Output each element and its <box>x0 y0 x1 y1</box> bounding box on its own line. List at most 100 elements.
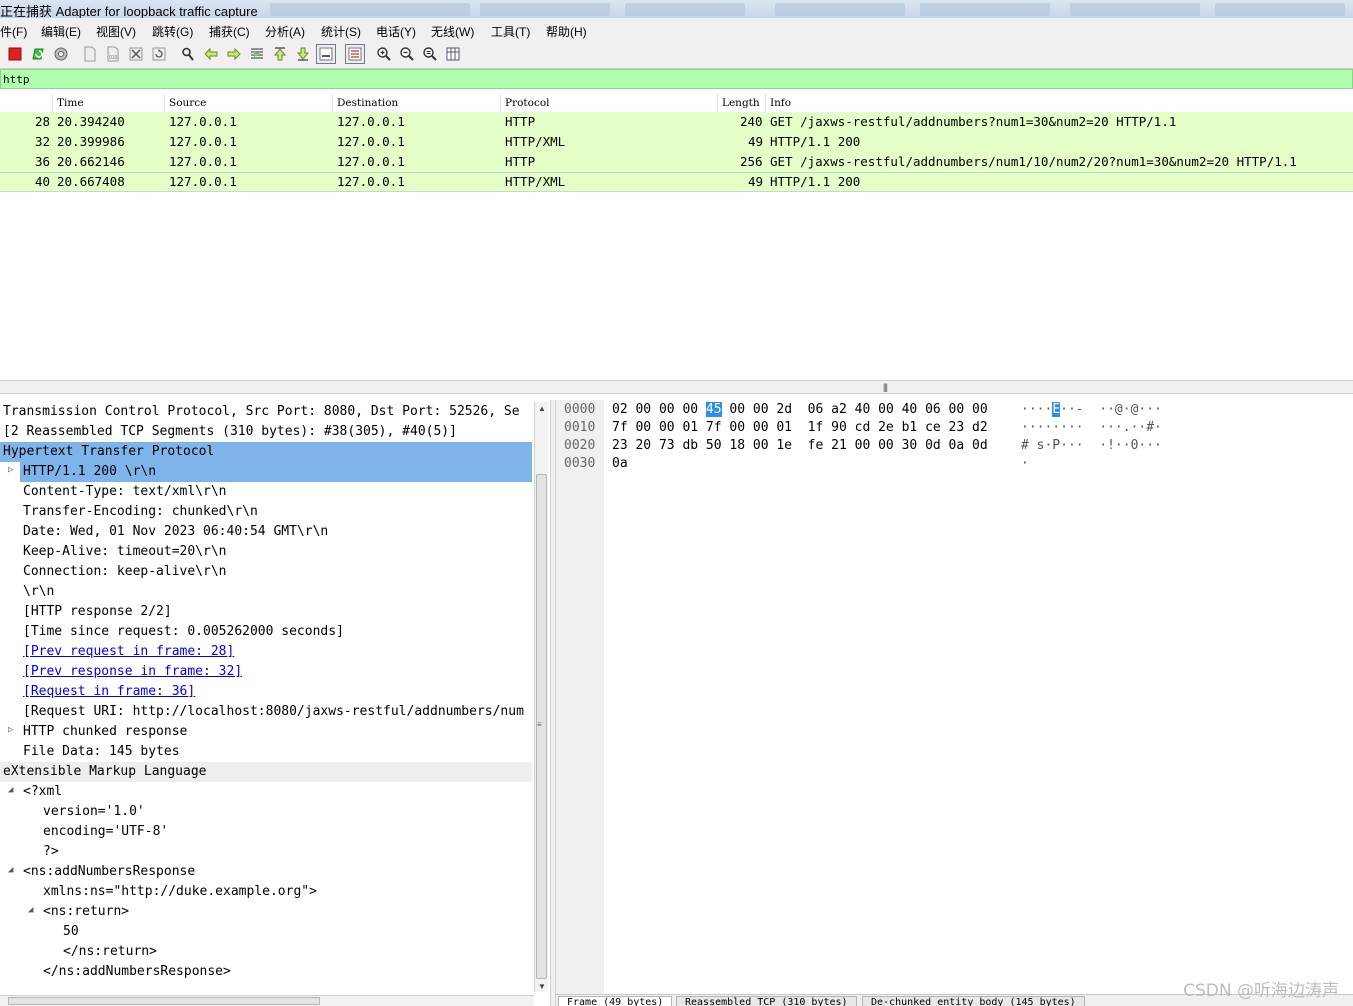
expand-arrow-icon[interactable]: ▷ <box>8 725 13 735</box>
go-back-icon[interactable] <box>203 46 219 62</box>
column-separator[interactable] <box>332 94 333 112</box>
tree-item-xml-encoding[interactable]: encoding='UTF-8' <box>0 822 532 842</box>
tree-item-xml[interactable]: eXtensible Markup Language <box>0 762 532 782</box>
stop-capture-icon[interactable] <box>7 46 23 62</box>
prev-response-link[interactable]: [Prev response in frame: 32] <box>0 662 532 682</box>
menu-wireless[interactable]: 无线(W) <box>431 23 474 40</box>
tree-item-reassembled[interactable]: [2 Reassembled TCP Segments (310 bytes):… <box>0 422 532 442</box>
column-protocol[interactable]: Protocol <box>505 97 550 109</box>
tree-item-transfer-encoding[interactable]: Transfer-Encoding: chunked\r\n <box>0 502 532 522</box>
tree-item-http-response[interactable]: [HTTP response 2/2] <box>0 602 532 622</box>
menu-help[interactable]: 帮助(H) <box>546 23 587 40</box>
collapse-arrow-icon[interactable]: ◢ <box>28 905 33 915</box>
resize-columns-icon[interactable] <box>445 46 461 62</box>
menu-capture[interactable]: 捕获(C) <box>209 23 250 40</box>
request-in-frame-link[interactable]: [Request in frame: 36] <box>0 682 532 702</box>
tree-item-status-line[interactable]: ▷ HTTP/1.1 200 \r\n <box>0 462 532 482</box>
column-length[interactable]: Length <box>722 97 760 109</box>
tree-item-http[interactable]: Hypertext Transfer Protocol <box>0 442 532 462</box>
find-packet-icon[interactable] <box>180 46 196 62</box>
tree-item-chunked-response[interactable]: ▷ HTTP chunked response <box>0 722 532 742</box>
tree-item-xml-decl-end[interactable]: ?> <box>0 842 532 862</box>
go-forward-icon[interactable] <box>226 46 242 62</box>
menu-telephony[interactable]: 电话(Y) <box>376 23 416 40</box>
scroll-up-arrow-icon[interactable]: ▲ <box>538 404 546 413</box>
packet-row[interactable]: 28 20.394240 127.0.0.1 127.0.0.1 HTTP 24… <box>0 112 1353 132</box>
tree-item-keep-alive[interactable]: Keep-Alive: timeout=20\r\n <box>0 542 532 562</box>
last-packet-icon[interactable] <box>295 46 311 62</box>
tree-item-ns-return[interactable]: ◢ <ns:return> <box>0 902 532 922</box>
tree-item-xmlns[interactable]: xmlns:ns="http://duke.example.org"> <box>0 882 532 902</box>
first-packet-icon[interactable] <box>272 46 288 62</box>
tree-item-return-value[interactable]: 50 <box>0 922 532 942</box>
tree-item-file-data[interactable]: File Data: 145 bytes <box>0 742 532 762</box>
column-separator[interactable] <box>52 94 53 112</box>
tree-item-content-type[interactable]: Content-Type: text/xml\r\n <box>0 482 532 502</box>
byte-ascii-row[interactable]: ····E··- ··@·@··· <box>1021 402 1162 420</box>
collapse-arrow-icon[interactable]: ◢ <box>8 865 13 875</box>
tree-item-time-since-request[interactable]: [Time since request: 0.005262000 seconds… <box>0 622 532 642</box>
menu-view[interactable]: 视图(V) <box>96 23 136 40</box>
pane-splitter[interactable]: ||| <box>0 380 1353 394</box>
selected-byte[interactable]: 45 <box>705 402 722 417</box>
tree-item-tcp[interactable]: Transmission Control Protocol, Src Port:… <box>0 402 532 422</box>
tree-item-response-end[interactable]: </ns:addNumbersResponse> <box>0 962 532 982</box>
go-to-packet-icon[interactable] <box>249 46 265 62</box>
column-time[interactable]: Time <box>57 97 84 109</box>
tab-reassembled-tcp[interactable]: Reassembled TCP (310 bytes) <box>676 996 857 1006</box>
menu-go[interactable]: 跳转(G) <box>152 23 193 40</box>
tab-dechunked-body[interactable]: De-chunked entity body (145 bytes) <box>862 996 1085 1006</box>
packet-row-selected[interactable]: 40 20.667408 127.0.0.1 127.0.0.1 HTTP/XM… <box>0 172 1353 192</box>
byte-ascii-row[interactable]: · <box>1021 456 1029 474</box>
tab-frame-bytes[interactable]: Frame (49 bytes) <box>558 996 673 1006</box>
column-separator[interactable] <box>500 94 501 112</box>
capture-options-icon[interactable] <box>53 46 69 62</box>
byte-hex-row[interactable]: 02 00 00 00 45 00 00 2d 06 a2 40 00 40 0… <box>612 402 988 420</box>
menu-analyze[interactable]: 分析(A) <box>265 23 305 40</box>
colorize-icon[interactable] <box>345 44 365 64</box>
collapse-arrow-icon[interactable]: ◢ <box>8 785 13 795</box>
tree-item-xml-decl[interactable]: ◢ <?xml <box>0 782 532 802</box>
prev-request-link[interactable]: [Prev request in frame: 28] <box>0 642 532 662</box>
scroll-down-arrow-icon[interactable]: ▼ <box>538 982 546 991</box>
open-file-icon[interactable] <box>82 46 98 62</box>
normal-size-icon[interactable] <box>422 46 438 62</box>
menu-tools[interactable]: 工具(T) <box>491 23 530 40</box>
column-separator[interactable] <box>717 94 718 112</box>
expand-arrow-icon[interactable]: ▷ <box>8 465 13 475</box>
selected-ascii[interactable]: E <box>1052 402 1061 417</box>
packet-row[interactable]: 32 20.399986 127.0.0.1 127.0.0.1 HTTP/XM… <box>0 132 1353 152</box>
auto-scroll-icon[interactable] <box>316 44 336 64</box>
column-info[interactable]: Info <box>770 97 791 109</box>
byte-hex-row[interactable]: 0a <box>612 456 628 474</box>
display-filter-input[interactable] <box>1 70 1303 88</box>
scrollbar-thumb[interactable] <box>8 997 320 1005</box>
tree-item-ns-return-end[interactable]: </ns:return> <box>0 942 532 962</box>
zoom-in-icon[interactable] <box>376 46 392 62</box>
save-file-icon[interactable]: 010 <box>105 46 121 62</box>
byte-ascii-row[interactable]: # s·P··· ·!··0··· <box>1021 438 1162 456</box>
tree-item-connection[interactable]: Connection: keep-alive\r\n <box>0 562 532 582</box>
menu-file[interactable]: 件(F) <box>0 23 27 40</box>
details-vertical-scrollbar[interactable]: ▲ ≡ ▼ <box>534 402 548 992</box>
zoom-out-icon[interactable] <box>399 46 415 62</box>
byte-ascii-row[interactable]: ········ ···.··#· <box>1021 420 1162 438</box>
tree-item-crlf[interactable]: \r\n <box>0 582 532 602</box>
menu-statistics[interactable]: 统计(S) <box>321 23 361 40</box>
column-destination[interactable]: Destination <box>337 97 398 109</box>
reload-file-icon[interactable] <box>151 46 167 62</box>
byte-hex-row[interactable]: 7f 00 00 01 7f 00 00 01 1f 90 cd 2e b1 c… <box>612 420 988 438</box>
restart-capture-icon[interactable] <box>30 46 46 62</box>
tree-item-add-numbers-response[interactable]: ◢ <ns:addNumbersResponse <box>0 862 532 882</box>
tree-item-request-uri[interactable]: [Request URI: http://localhost:8080/jaxw… <box>0 702 532 722</box>
details-horizontal-scrollbar[interactable] <box>0 995 534 1006</box>
column-separator[interactable] <box>765 94 766 112</box>
menu-edit[interactable]: 编辑(E) <box>41 23 81 40</box>
close-file-icon[interactable] <box>128 46 144 62</box>
column-separator[interactable] <box>164 94 165 112</box>
tree-item-date[interactable]: Date: Wed, 01 Nov 2023 06:40:54 GMT\r\n <box>0 522 532 542</box>
byte-hex-row[interactable]: 23 20 73 db 50 18 00 1e fe 21 00 00 30 0… <box>612 438 988 456</box>
packet-row[interactable]: 36 20.662146 127.0.0.1 127.0.0.1 HTTP 25… <box>0 152 1353 172</box>
tree-item-xml-version[interactable]: version='1.0' <box>0 802 532 822</box>
splitter-grip-icon[interactable]: ||| <box>883 382 888 392</box>
